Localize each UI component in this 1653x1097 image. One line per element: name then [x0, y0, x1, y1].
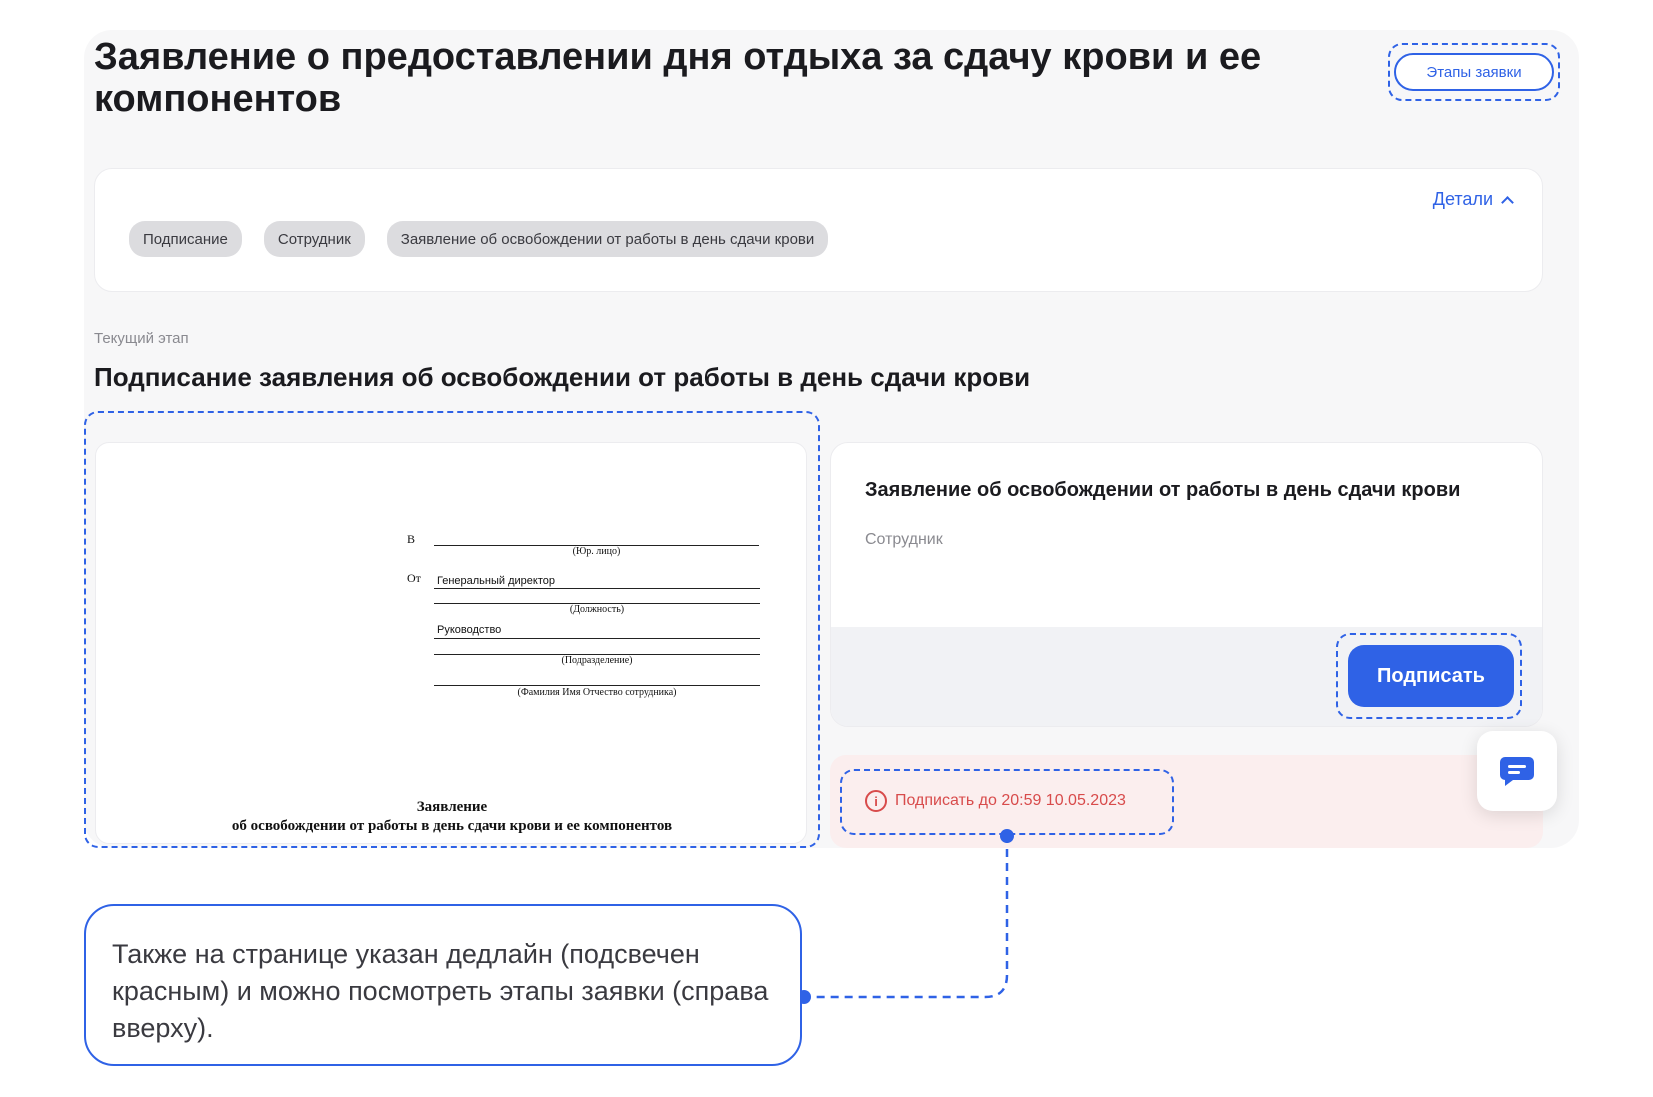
callout-box: Также на странице указан дедлайн (подсве…: [84, 904, 802, 1066]
callout-text: Также на странице указан дедлайн (подсве…: [112, 939, 769, 1043]
